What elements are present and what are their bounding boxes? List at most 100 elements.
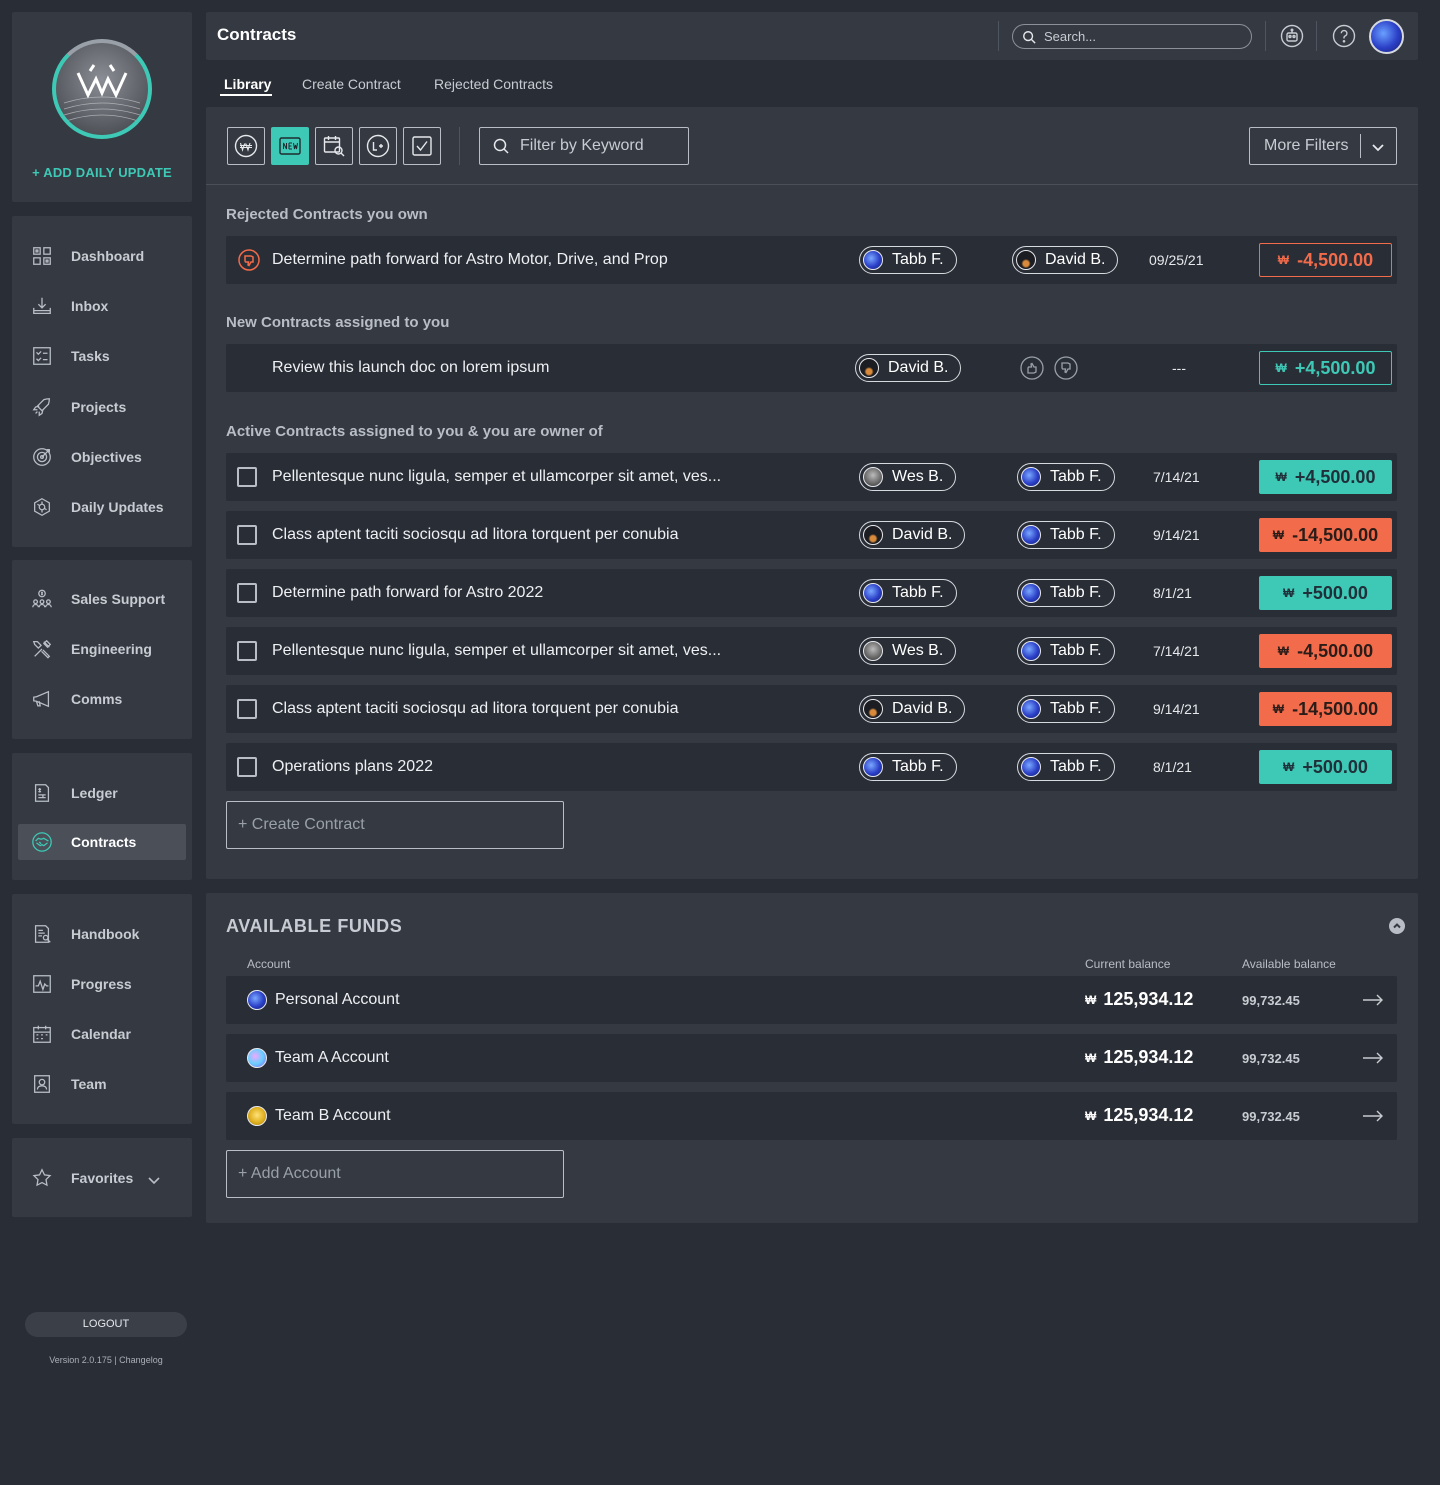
- owner-pill[interactable]: David B.: [859, 695, 966, 723]
- help-icon[interactable]: [1332, 24, 1356, 48]
- sidebar-item-calendar[interactable]: Calendar: [18, 1016, 186, 1052]
- sidebar-item-dashboard[interactable]: Dashboard: [18, 238, 186, 274]
- current-balance: ₩125,934.12: [1085, 1047, 1193, 1068]
- owner-pill[interactable]: Wes B.: [859, 637, 957, 665]
- collapse-icon[interactable]: [1389, 918, 1405, 934]
- assignee-pill[interactable]: David B.: [1012, 246, 1119, 274]
- search-icon: [493, 138, 509, 154]
- assignee-pill[interactable]: Tabb F.: [1017, 753, 1115, 781]
- owner-pill[interactable]: Wes B.: [859, 463, 957, 491]
- sidebar-item-label: Daily Updates: [71, 499, 164, 515]
- add-daily-update-button[interactable]: + ADD DAILY UPDATE: [12, 165, 192, 180]
- row-checkbox[interactable]: [237, 641, 257, 661]
- account-row[interactable]: Team B Account ₩125,934.12 99,732.45: [226, 1092, 1397, 1140]
- row-checkbox[interactable]: [237, 757, 257, 777]
- filter-currency-button[interactable]: [227, 127, 265, 165]
- sidebar-item-daily-updates[interactable]: Daily Updates: [18, 489, 186, 525]
- assignee-pill[interactable]: Tabb F.: [1017, 463, 1115, 491]
- account-name: Team B Account: [275, 1107, 391, 1124]
- lead-plus-icon: [366, 134, 390, 158]
- owner-pill[interactable]: David B.: [855, 354, 962, 382]
- company-logo[interactable]: [52, 39, 152, 139]
- account-row[interactable]: Personal Account ₩125,934.12 99,732.45: [226, 976, 1397, 1024]
- sidebar-item-team[interactable]: Team: [18, 1066, 186, 1102]
- sidebar-item-objectives[interactable]: Objectives: [18, 439, 186, 475]
- won-symbol: ₩: [1277, 644, 1290, 658]
- avatar: [1021, 583, 1041, 603]
- contract-date: 7/14/21: [1153, 643, 1200, 659]
- arrow-right-icon[interactable]: [1362, 1050, 1384, 1066]
- add-account-button[interactable]: + Add Account: [226, 1150, 564, 1198]
- filter-date-button[interactable]: [315, 127, 353, 165]
- contract-row[interactable]: Review this launch doc on lorem ipsum Da…: [226, 344, 1397, 392]
- sidebar-item-engineering[interactable]: Engineering: [18, 631, 186, 667]
- sidebar-item-label: Objectives: [71, 448, 142, 465]
- thumbs-down-icon[interactable]: [1054, 356, 1078, 380]
- sidebar-item-progress[interactable]: Progress: [18, 966, 186, 1002]
- assignee-name: Tabb F.: [1050, 584, 1102, 601]
- contract-row[interactable]: Class aptent taciti sociosqu ad litora t…: [226, 685, 1397, 733]
- assignee-pill[interactable]: Tabb F.: [1017, 695, 1115, 723]
- sidebar-item-tasks[interactable]: Tasks: [18, 338, 186, 374]
- assignee-pill[interactable]: Tabb F.: [1017, 579, 1115, 607]
- tab-library[interactable]: Library: [224, 76, 271, 92]
- rocket-icon: [30, 395, 54, 419]
- row-checkbox[interactable]: [237, 583, 257, 603]
- account-avatar: [247, 1048, 267, 1068]
- sidebar-item-label: Projects: [71, 398, 127, 415]
- version-info[interactable]: Version 2.0.175 | Changelog: [12, 1355, 200, 1365]
- tab-rejected-contracts[interactable]: Rejected Contracts: [434, 76, 553, 92]
- tab-create-contract[interactable]: Create Contract: [302, 76, 401, 92]
- avatar: [1021, 525, 1041, 545]
- keyword-filter-input[interactable]: Filter by Keyword: [479, 127, 689, 165]
- contract-amount: ₩ -14,500.00: [1259, 692, 1392, 726]
- contract-amount: ₩ +4,500.00: [1259, 460, 1392, 494]
- robot-icon[interactable]: [1280, 24, 1304, 48]
- filter-new-button[interactable]: [271, 127, 309, 165]
- account-row[interactable]: Team A Account ₩125,934.12 99,732.45: [226, 1034, 1397, 1082]
- assignee-pill[interactable]: Tabb F.: [1017, 637, 1115, 665]
- sidebar-item-sales-support[interactable]: Sales Support: [18, 581, 186, 617]
- header-divider: [1265, 21, 1266, 51]
- owner-pill[interactable]: Tabb F.: [859, 579, 957, 607]
- favorites-toggle[interactable]: Favorites: [18, 1160, 186, 1196]
- arrow-right-icon[interactable]: [1362, 1108, 1384, 1124]
- sidebar-item-inbox[interactable]: Inbox: [18, 288, 186, 324]
- user-avatar[interactable]: [1369, 19, 1404, 54]
- tools-icon: [30, 637, 54, 661]
- contract-row[interactable]: Determine path forward for Astro Motor, …: [226, 236, 1397, 284]
- available-balance: 99,732.45: [1242, 1109, 1300, 1124]
- contract-row[interactable]: Pellentesque nunc ligula, semper et ulla…: [226, 453, 1397, 501]
- sidebar-item-handbook[interactable]: Handbook: [18, 916, 186, 952]
- column-header-current: Current balance: [1085, 957, 1171, 971]
- row-checkbox[interactable]: [237, 525, 257, 545]
- filter-completed-button[interactable]: [403, 127, 441, 165]
- contract-row[interactable]: Determine path forward for Astro 2022 Tab…: [226, 569, 1397, 617]
- filter-lead-button[interactable]: [359, 127, 397, 165]
- sidebar-item-projects[interactable]: Projects: [18, 389, 186, 425]
- thumbs-up-icon[interactable]: [1020, 356, 1044, 380]
- arrow-right-icon[interactable]: [1362, 992, 1384, 1008]
- sidebar-item-ledger[interactable]: Ledger: [18, 775, 186, 811]
- owner-pill[interactable]: David B.: [859, 521, 966, 549]
- sidebar-item-label: Sales Support: [71, 591, 166, 607]
- amount-value: +4,500.00: [1294, 357, 1376, 378]
- sidebar-item-contracts[interactable]: Contracts: [18, 824, 186, 860]
- create-contract-button[interactable]: + Create Contract: [226, 801, 564, 849]
- contract-row[interactable]: Operations plans 2022 Tabb F. Tabb F. 8/1/2…: [226, 743, 1397, 791]
- more-filters-dropdown[interactable]: More Filters: [1249, 127, 1397, 165]
- owner-pill[interactable]: Tabb F.: [859, 246, 957, 274]
- contract-date: 9/14/21: [1153, 527, 1200, 543]
- contract-row[interactable]: Pellentesque nunc ligula, semper et ulla…: [226, 627, 1397, 675]
- sidebar-item-comms[interactable]: Comms: [18, 681, 186, 717]
- row-checkbox[interactable]: [237, 467, 257, 487]
- assignee-pill[interactable]: Tabb F.: [1017, 521, 1115, 549]
- owner-name: Tabb F.: [892, 584, 944, 601]
- balance-value: 125,934.12: [1103, 1105, 1194, 1125]
- logout-button[interactable]: LOGOUT: [25, 1312, 187, 1337]
- calendar-icon: [30, 1022, 54, 1046]
- owner-pill[interactable]: Tabb F.: [859, 753, 957, 781]
- row-checkbox[interactable]: [237, 699, 257, 719]
- global-search-input[interactable]: Search...: [1012, 24, 1252, 49]
- contract-row[interactable]: Class aptent taciti sociosqu ad litora t…: [226, 511, 1397, 559]
